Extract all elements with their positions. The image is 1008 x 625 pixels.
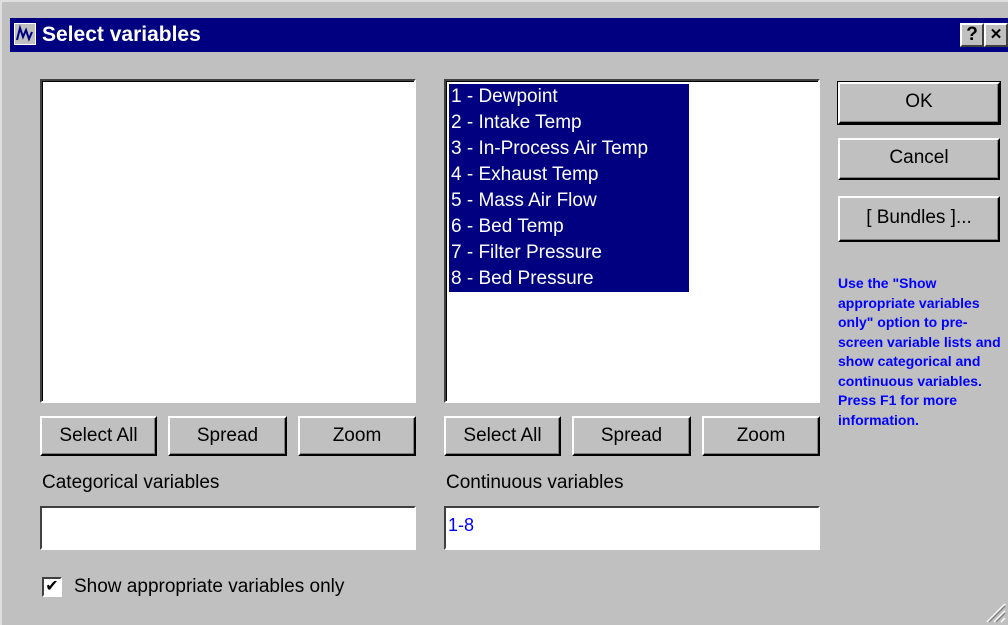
list-item[interactable]: 7 - Filter Pressure bbox=[449, 240, 689, 266]
continuous-variables-list[interactable]: 1 - Dewpoint 2 - Intake Temp 3 - In-Proc… bbox=[444, 79, 820, 403]
continuous-spread-button[interactable]: Spread bbox=[572, 416, 691, 456]
continuous-zoom-button[interactable]: Zoom bbox=[702, 416, 820, 456]
cancel-button[interactable]: Cancel bbox=[838, 138, 1000, 180]
window-title: Select variables bbox=[42, 23, 201, 46]
app-icon bbox=[14, 23, 36, 45]
list-item[interactable]: 5 - Mass Air Flow bbox=[449, 188, 689, 214]
select-variables-dialog: Select variables ? ✕ 1 - Dewpoint 2 - In… bbox=[0, 0, 1008, 625]
help-question-icon[interactable]: ? bbox=[960, 23, 984, 47]
continuous-select-all-button[interactable]: Select All bbox=[444, 416, 561, 456]
ok-button[interactable]: OK bbox=[837, 81, 1001, 125]
categorical-spread-button[interactable]: Spread bbox=[168, 416, 287, 456]
list-item[interactable]: 2 - Intake Temp bbox=[449, 110, 689, 136]
categorical-select-all-button[interactable]: Select All bbox=[40, 416, 157, 456]
list-item[interactable]: 4 - Exhaust Temp bbox=[449, 162, 689, 188]
show-appropriate-label[interactable]: Show appropriate variables only bbox=[74, 576, 344, 598]
continuous-variables-field[interactable]: 1-8 bbox=[444, 506, 820, 550]
categorical-zoom-button[interactable]: Zoom bbox=[298, 416, 416, 456]
list-item[interactable]: 6 - Bed Temp bbox=[449, 214, 689, 240]
continuous-list-items: 1 - Dewpoint 2 - Intake Temp 3 - In-Proc… bbox=[449, 84, 689, 292]
close-icon[interactable]: ✕ bbox=[984, 23, 1008, 47]
show-appropriate-checkbox[interactable]: ✔ bbox=[42, 577, 62, 597]
categorical-variables-label: Categorical variables bbox=[42, 472, 220, 493]
categorical-list-inner bbox=[42, 81, 414, 401]
help-text: Use the "Show appropriate variables only… bbox=[838, 275, 1001, 428]
categorical-variables-field[interactable] bbox=[40, 506, 416, 550]
resize-grip-icon[interactable] bbox=[984, 601, 1006, 623]
title-bar[interactable]: Select variables ? ✕ bbox=[10, 18, 1008, 52]
list-item[interactable]: 8 - Bed Pressure bbox=[449, 266, 689, 292]
list-item[interactable]: 1 - Dewpoint bbox=[449, 84, 689, 110]
list-item[interactable]: 3 - In-Process Air Temp bbox=[449, 136, 689, 162]
bundles-button[interactable]: [ Bundles ]... bbox=[838, 196, 1000, 242]
categorical-variables-list[interactable] bbox=[40, 79, 416, 403]
continuous-variables-label: Continuous variables bbox=[446, 472, 624, 493]
